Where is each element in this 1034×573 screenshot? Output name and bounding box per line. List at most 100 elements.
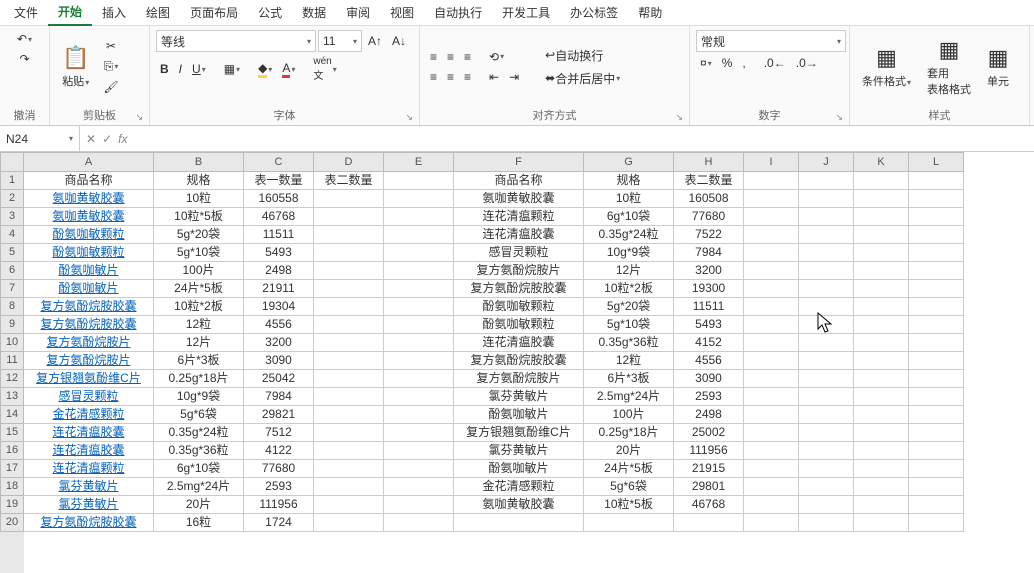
cell[interactable]: 11511 [244, 226, 314, 244]
col-header-L[interactable]: L [909, 152, 964, 172]
cell[interactable]: 复方氨酚烷胺胶囊 [454, 280, 584, 298]
cell[interactable]: 5g*10袋 [584, 316, 674, 334]
cell[interactable]: 10粒 [154, 190, 244, 208]
cell[interactable] [854, 316, 909, 334]
cell[interactable] [314, 406, 384, 424]
cell[interactable]: 5493 [674, 316, 744, 334]
cell[interactable] [744, 172, 799, 190]
cell[interactable]: 复方氨酚烷胺片 [24, 334, 154, 352]
cell[interactable]: 12片 [584, 262, 674, 280]
cell[interactable]: 连花清瘟胶囊 [454, 334, 584, 352]
align-center-button[interactable]: ≡ [443, 68, 458, 86]
cell[interactable] [384, 514, 454, 532]
cell[interactable]: 46768 [244, 208, 314, 226]
cell[interactable] [384, 262, 454, 280]
cell[interactable]: 酚氨咖敏片 [24, 262, 154, 280]
cell[interactable]: 6g*10袋 [584, 208, 674, 226]
align-launcher[interactable]: ↘ [675, 112, 683, 123]
cell[interactable] [314, 262, 384, 280]
col-header-K[interactable]: K [854, 152, 909, 172]
cell[interactable] [744, 280, 799, 298]
cell[interactable]: 连花清瘟胶囊 [454, 226, 584, 244]
select-all-corner[interactable] [0, 152, 24, 172]
cell[interactable]: 25042 [244, 370, 314, 388]
name-box[interactable]: N24▾ [0, 126, 80, 151]
cell[interactable] [744, 334, 799, 352]
menu-开发工具[interactable]: 开发工具 [492, 0, 560, 25]
column-headers[interactable]: ABCDEFGHIJKL [24, 152, 1034, 172]
cell[interactable] [744, 460, 799, 478]
cell[interactable]: 6片*3板 [584, 370, 674, 388]
cell[interactable]: 10粒 [584, 190, 674, 208]
cell[interactable]: 金花清感颗粒 [24, 406, 154, 424]
cell[interactable]: 0.25g*18片 [584, 424, 674, 442]
cell[interactable] [909, 172, 964, 190]
cell[interactable]: 氨咖黄敏胶囊 [24, 190, 154, 208]
row-header[interactable]: 16 [0, 442, 24, 460]
cell[interactable]: 氨咖黄敏胶囊 [24, 208, 154, 226]
cell[interactable] [799, 478, 854, 496]
cell[interactable] [854, 352, 909, 370]
row-header[interactable]: 5 [0, 244, 24, 262]
cell[interactable] [909, 388, 964, 406]
menu-视图[interactable]: 视图 [380, 0, 424, 25]
col-header-H[interactable]: H [674, 152, 744, 172]
align-middle-button[interactable]: ≡ [443, 48, 458, 66]
cell[interactable]: 0.35g*24粒 [584, 226, 674, 244]
decrease-decimal-button[interactable]: .0→ [792, 54, 822, 72]
cell[interactable]: 连花清瘟胶囊 [24, 424, 154, 442]
cell[interactable]: 酚氨咖敏颗粒 [24, 244, 154, 262]
cell[interactable] [314, 208, 384, 226]
cell[interactable] [799, 208, 854, 226]
cell[interactable]: 10粒*2板 [154, 298, 244, 316]
cell[interactable] [314, 370, 384, 388]
cell[interactable] [854, 478, 909, 496]
cell[interactable]: 酚氨咖敏颗粒 [24, 226, 154, 244]
merge-center-button[interactable]: ⬌ 合并后居中▾ [541, 68, 651, 89]
cut-button[interactable]: ✂ [99, 37, 122, 55]
cell[interactable] [314, 280, 384, 298]
menu-办公标签[interactable]: 办公标签 [560, 0, 628, 25]
cell[interactable]: 7522 [674, 226, 744, 244]
cell[interactable]: 2.5mg*24片 [584, 388, 674, 406]
cell[interactable] [799, 280, 854, 298]
cell[interactable] [314, 514, 384, 532]
cell[interactable]: 5g*6袋 [584, 478, 674, 496]
cell[interactable] [384, 388, 454, 406]
cell[interactable] [314, 496, 384, 514]
menu-公式[interactable]: 公式 [248, 0, 292, 25]
percent-button[interactable]: % [718, 54, 737, 72]
font-color-button[interactable]: A▾ [278, 59, 299, 80]
cell[interactable] [854, 460, 909, 478]
cell[interactable]: 6g*10袋 [154, 460, 244, 478]
cell[interactable]: 3200 [244, 334, 314, 352]
cell[interactable] [314, 316, 384, 334]
cell[interactable]: 0.35g*36粒 [154, 442, 244, 460]
cell[interactable]: 氨咖黄敏胶囊 [454, 496, 584, 514]
cell[interactable] [744, 244, 799, 262]
increase-indent-button[interactable]: ⇥ [505, 68, 523, 86]
cell[interactable]: 4556 [674, 352, 744, 370]
cell[interactable] [909, 442, 964, 460]
cell[interactable]: 复方银翘氨酚维C片 [24, 370, 154, 388]
cell[interactable] [314, 298, 384, 316]
cell[interactable]: 复方氨酚烷胺胶囊 [24, 298, 154, 316]
cell[interactable]: 5g*6袋 [154, 406, 244, 424]
cell[interactable] [744, 478, 799, 496]
cell[interactable]: 7984 [244, 388, 314, 406]
cell[interactable] [384, 316, 454, 334]
cell[interactable] [909, 280, 964, 298]
cell[interactable] [799, 352, 854, 370]
cell[interactable] [909, 514, 964, 532]
cell[interactable] [909, 190, 964, 208]
cell[interactable]: 规格 [154, 172, 244, 190]
cell[interactable] [744, 406, 799, 424]
menu-绘图[interactable]: 绘图 [136, 0, 180, 25]
cell[interactable] [854, 226, 909, 244]
format-as-table-button[interactable]: ▦ 套用 表格格式 [921, 33, 977, 101]
align-bottom-button[interactable]: ≡ [460, 48, 475, 66]
cell[interactable] [854, 208, 909, 226]
cell[interactable] [744, 496, 799, 514]
cell[interactable]: 商品名称 [24, 172, 154, 190]
font-size-combo[interactable]: 11▾ [318, 30, 362, 52]
